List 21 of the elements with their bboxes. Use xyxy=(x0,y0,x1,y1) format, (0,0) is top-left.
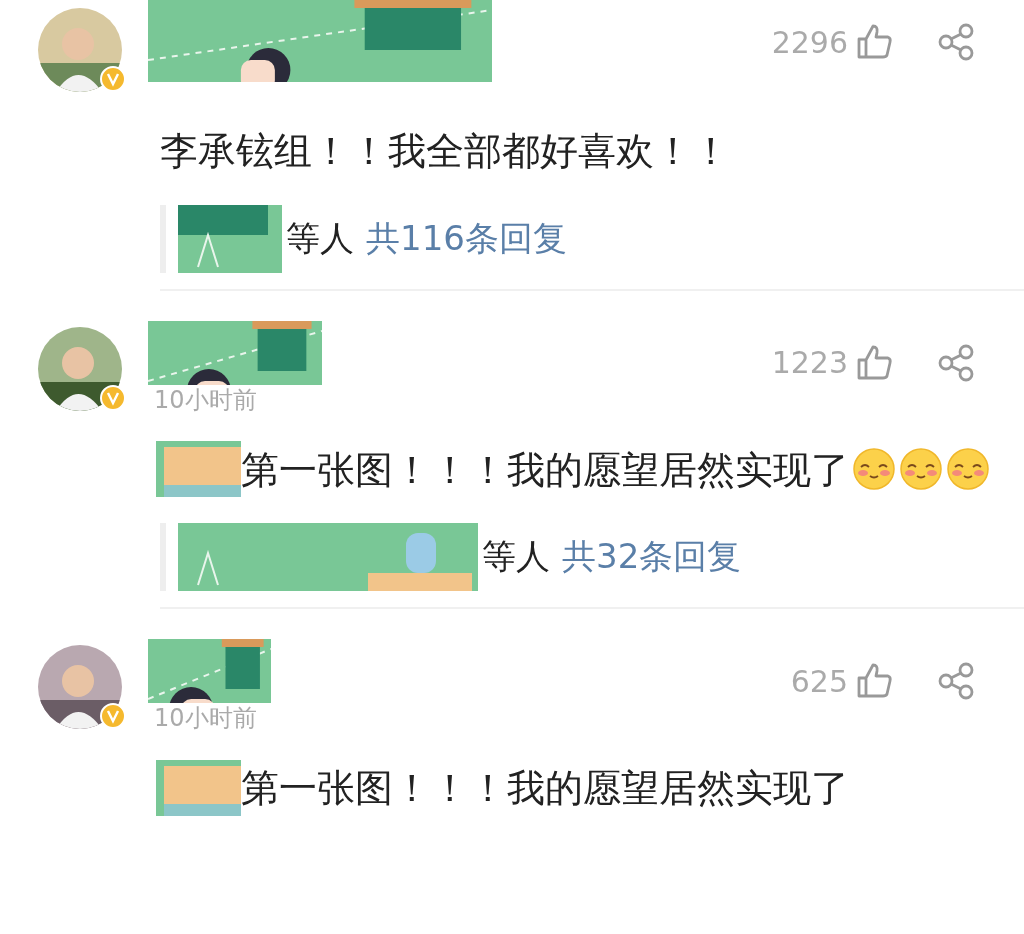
comment-text: 李承铉组！！我全部都好喜欢！！ xyxy=(160,128,730,173)
reply-users-text: 等人 xyxy=(482,535,550,578)
share-icon[interactable] xyxy=(936,342,976,383)
reply-count-link[interactable]: 共32条回复 xyxy=(562,534,742,580)
blushing-emoji-icon xyxy=(946,447,990,491)
blushing-emoji-icon xyxy=(899,447,943,491)
verified-badge-icon xyxy=(100,703,126,729)
comment-text: 第一张图！！！我的愿望居然实现了 xyxy=(241,765,849,810)
like-count: 2296 xyxy=(771,24,848,60)
share-icon[interactable] xyxy=(936,661,976,701)
like-count: 1223 xyxy=(771,345,848,380)
timestamp: 10小时前 xyxy=(154,703,257,733)
verified-badge-icon xyxy=(100,66,126,92)
verified-badge-icon xyxy=(100,384,126,411)
like-count: 625 xyxy=(790,663,848,699)
timestamp: 10小时前 xyxy=(154,384,257,415)
share-icon[interactable] xyxy=(936,22,976,62)
reply-users-text: 等人 xyxy=(286,216,354,260)
comment-text: 第一张图！！！我的愿望居然实现了 xyxy=(241,447,849,491)
reply-count-link[interactable]: 共116条回复 xyxy=(366,215,567,262)
blushing-emoji-icon xyxy=(852,447,896,491)
